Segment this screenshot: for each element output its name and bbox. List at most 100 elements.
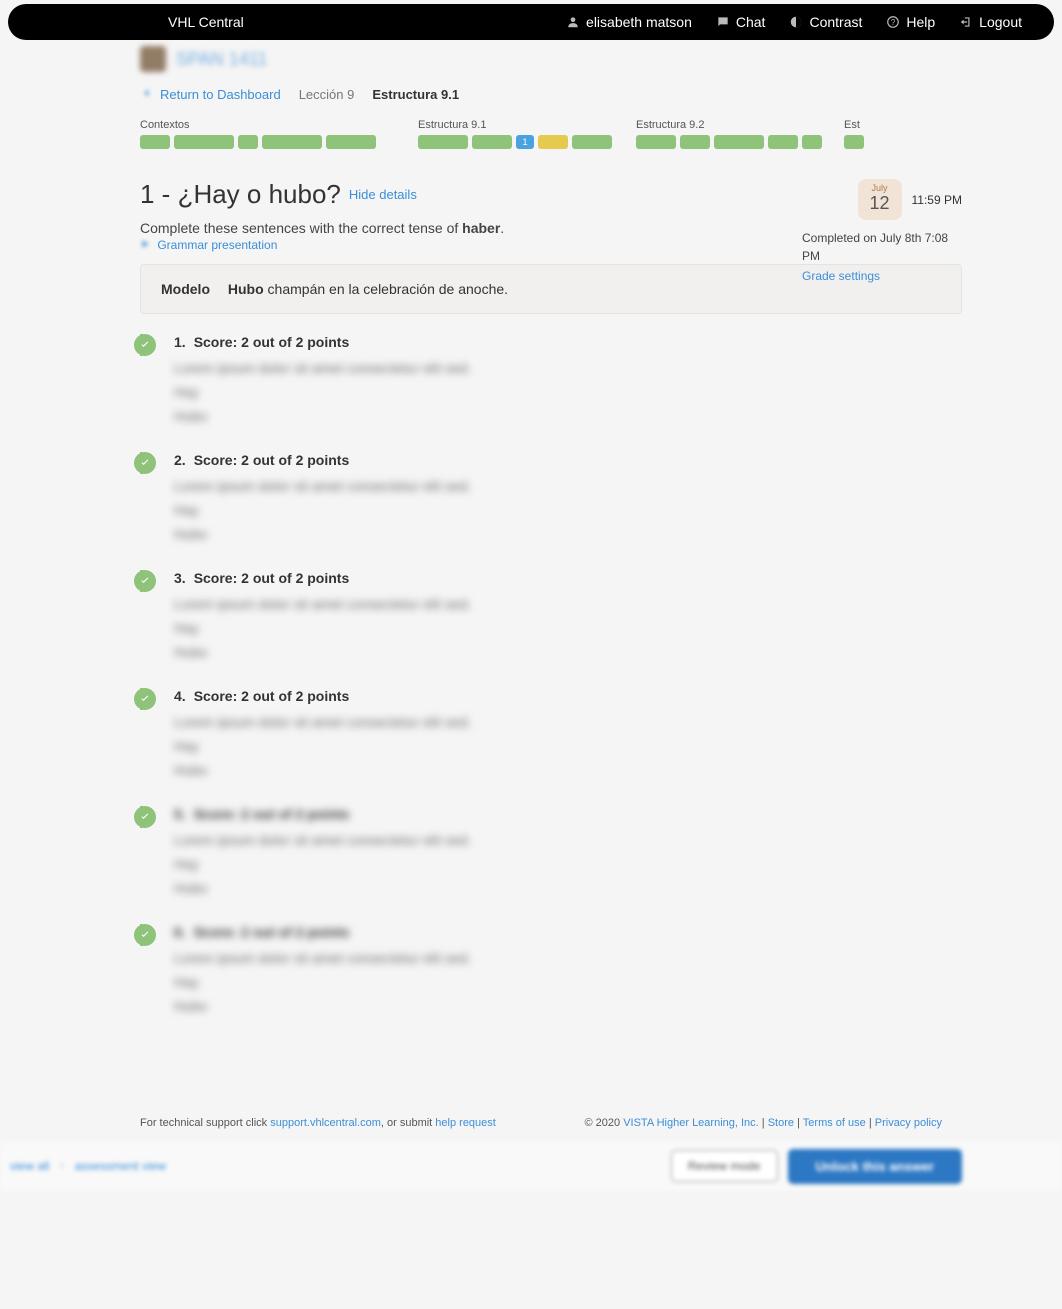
logout-label: Logout [979, 14, 1022, 30]
completion-info: Completed on July 8th 7:08 PM Grade sett… [802, 229, 962, 285]
due-box: July 12 11:59 PM [858, 179, 962, 220]
question-block: 5. Score: 2 out of 2 points Lorem ipsum do… [164, 806, 962, 896]
grade-settings-link[interactable]: Grade settings [802, 267, 962, 285]
user-name: elisabeth matson [586, 14, 692, 30]
tab-label: Estructura 9.2 [636, 119, 836, 131]
company-link[interactable]: VISTA Higher Learning, Inc. [623, 1117, 759, 1129]
contrast-icon [789, 15, 803, 29]
activity-panel: 1 - ¿Hay o hubo? Hide details Complete t… [140, 179, 962, 1014]
tab-estructura-next[interactable]: Est [844, 119, 874, 149]
question-number: 5. [174, 806, 186, 822]
tab-contextos[interactable]: Contextos [140, 119, 410, 149]
user-menu[interactable]: elisabeth matson [554, 14, 704, 30]
copyright-text: © 2020 [584, 1117, 623, 1129]
grammar-presentation-link[interactable]: Grammar presentation [140, 238, 277, 252]
tab-estructura-9-1[interactable]: Estructura 9.1 1 [418, 119, 628, 149]
crumb-lesson[interactable]: Lección 9 [299, 87, 355, 102]
current-activity-tag: 1 [516, 135, 534, 149]
tab-label: Est [844, 119, 874, 131]
breadcrumb: Return to Dashboard Lección 9 Estructura… [140, 86, 962, 103]
correct-badge-icon [134, 452, 156, 474]
logout-link[interactable]: Logout [947, 14, 1034, 30]
help-request-link[interactable]: help request [435, 1117, 496, 1129]
unlock-answer-button[interactable]: Unlock this answer [788, 1149, 962, 1184]
return-label: Return to Dashboard [160, 87, 281, 102]
crumb-structure[interactable]: Estructura 9.1 [372, 87, 459, 102]
question-score: Score: 2 out of 2 points [194, 452, 350, 468]
tab-label: Estructura 9.1 [418, 119, 628, 131]
store-link[interactable]: Store [768, 1117, 794, 1129]
play-icon [140, 238, 153, 252]
question-block: 2. Score: 2 out of 2 points Lorem ipsum do… [164, 452, 962, 542]
question-score: Score: 2 out of 2 points [194, 806, 350, 822]
privacy-link[interactable]: Privacy policy [875, 1117, 942, 1129]
correct-badge-icon [134, 924, 156, 946]
correct-badge-icon [134, 806, 156, 828]
question-body-blurred: Lorem ipsum dolor sit amet consectetur e… [174, 950, 962, 1014]
tab-label: Contextos [140, 119, 410, 131]
support-link[interactable]: support.vhlcentral.com [270, 1117, 381, 1129]
lesson-tabs: Contextos Estructura 9.1 1 Estructura 9.… [140, 119, 962, 149]
question-header: 3. Score: 2 out of 2 points [174, 570, 962, 586]
logout-icon [959, 15, 973, 29]
question-block: 1.Score: 2 out of 2 points Lorem ipsum do… [164, 334, 962, 424]
help-label: Help [906, 14, 935, 30]
footer-left: For technical support click support.vhlc… [140, 1117, 496, 1129]
user-icon [566, 15, 580, 29]
due-time: 11:59 PM [912, 193, 962, 207]
top-navbar: VHL Central elisabeth matson Chat Contra… [8, 4, 1054, 40]
footer-text: For technical support click [140, 1117, 270, 1129]
modelo-label: Modelo [161, 281, 210, 297]
back-arrow-icon [140, 86, 154, 103]
footer-text: , or submit [381, 1117, 435, 1129]
bottom-action-bar: view all · assessment view Review mode U… [0, 1141, 1062, 1191]
instr-keyword: haber [462, 220, 500, 236]
view-all-link[interactable]: view all [10, 1159, 49, 1173]
question-header: 2. Score: 2 out of 2 points [174, 452, 962, 468]
correct-badge-icon [134, 334, 156, 356]
question-score: Score: 2 out of 2 points [194, 924, 350, 940]
question-body-blurred: Lorem ipsum dolor sit amet consectetur e… [174, 360, 962, 424]
question-score: Score: 2 out of 2 points [194, 688, 350, 704]
question-number: 2. [174, 452, 186, 468]
review-mode-button[interactable]: Review mode [671, 1150, 778, 1182]
page-footer: For technical support click support.vhlc… [140, 1117, 942, 1129]
help-link[interactable]: ? Help [874, 14, 947, 30]
course-header: SPAN 1411 [140, 46, 962, 72]
modelo-sentence: champán en la celebración de anoche. [264, 281, 508, 297]
brand-label[interactable]: VHL Central [168, 14, 244, 30]
grammar-link-label: Grammar presentation [157, 238, 277, 252]
question-header: 4. Score: 2 out of 2 points [174, 688, 962, 704]
question-header: 1.Score: 2 out of 2 points [174, 334, 962, 350]
question-score: Score: 2 out of 2 points [194, 570, 350, 586]
due-day: 12 [858, 193, 902, 214]
due-month: July [858, 183, 902, 193]
question-body-blurred: Lorem ipsum dolor sit amet consectetur e… [174, 714, 962, 778]
question-body-blurred: Lorem ipsum dolor sit amet consectetur e… [174, 832, 962, 896]
correct-badge-icon [134, 688, 156, 710]
chat-label: Chat [736, 14, 766, 30]
question-number: 6. [174, 924, 186, 940]
svg-text:?: ? [891, 18, 896, 27]
chat-link[interactable]: Chat [704, 14, 778, 30]
instr-text: Complete these sentences with the correc… [140, 220, 462, 236]
question-header: 6. Score: 2 out of 2 points [174, 924, 962, 940]
help-icon: ? [886, 15, 900, 29]
question-block: 4. Score: 2 out of 2 points Lorem ipsum do… [164, 688, 962, 778]
question-number: 1. [174, 334, 186, 350]
question-number: 4. [174, 688, 186, 704]
modelo-answer: Hubo [228, 281, 264, 297]
tab-estructura-9-2[interactable]: Estructura 9.2 [636, 119, 836, 149]
course-name-link[interactable]: SPAN 1411 [176, 49, 267, 70]
question-number: 3. [174, 570, 186, 586]
return-dashboard-link[interactable]: Return to Dashboard [140, 86, 281, 103]
terms-link[interactable]: Terms of use [803, 1117, 866, 1129]
contrast-link[interactable]: Contrast [777, 14, 874, 30]
question-header: 5. Score: 2 out of 2 points [174, 806, 962, 822]
instr-text-end: . [500, 220, 504, 236]
assessment-view-link[interactable]: assessment view [75, 1159, 166, 1173]
hide-details-link[interactable]: Hide details [349, 187, 417, 202]
course-avatar [140, 46, 166, 72]
completion-text: Completed on July 8th 7:08 PM [802, 231, 948, 263]
question-body-blurred: Lorem ipsum dolor sit amet consectetur e… [174, 478, 962, 542]
